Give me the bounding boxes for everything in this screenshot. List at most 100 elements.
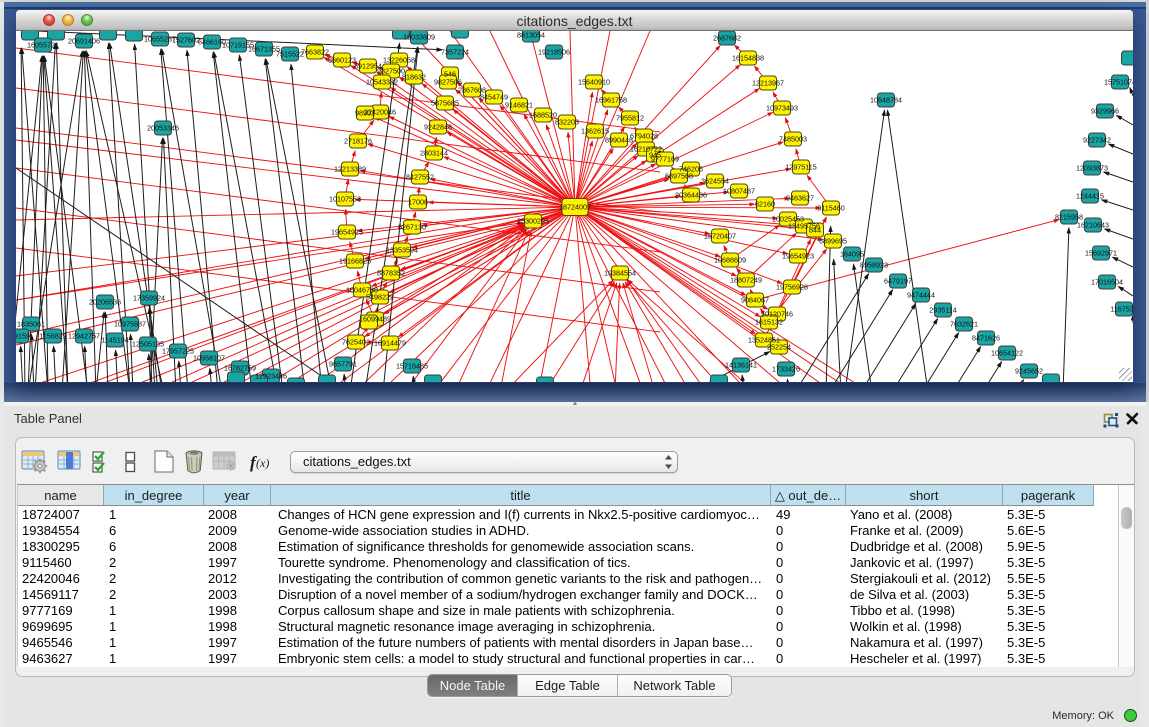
svg-text:9245652: 9245652 [1015,367,1043,376]
svg-text:20053346: 20053346 [147,124,179,133]
svg-text:7485003: 7485003 [779,135,807,144]
svg-text:1145194: 1145194 [101,336,128,345]
svg-text:12213389: 12213389 [334,165,366,174]
svg-text:18807249: 18807249 [730,276,762,285]
svg-text:20364436: 20364436 [675,191,707,200]
svg-text:16099489: 16099489 [359,315,391,324]
svg-text:17359924: 17359924 [133,294,165,303]
svg-text:14136141: 14136141 [725,361,757,370]
svg-text:19384554: 19384554 [604,269,636,278]
svg-text:252254: 252254 [767,343,791,352]
svg-text:10975887: 10975887 [114,320,146,329]
svg-text:8813054: 8813054 [517,31,545,40]
svg-text:15716485: 15716485 [396,362,428,371]
svg-text:(x): (x) [256,456,269,470]
svg-text:7357224: 7357224 [441,48,469,57]
svg-text:5498222: 5498222 [366,293,394,302]
svg-text:1156829: 1156829 [39,332,66,341]
svg-text:1527602: 1527602 [172,36,200,45]
svg-text:9777169: 9777169 [651,155,679,164]
svg-text:17006: 17006 [408,198,428,207]
svg-text:12923446: 12923446 [255,372,287,381]
svg-text:12942757: 12942757 [68,332,100,341]
svg-text:16914479: 16914479 [374,339,406,348]
svg-text:9474444: 9474444 [907,291,935,300]
svg-text:10958107: 10958107 [193,354,225,363]
svg-text:7632621: 7632621 [950,320,978,329]
svg-text:7625402: 7625402 [342,338,370,347]
svg-text:8471626: 8471626 [972,334,1000,343]
svg-text:1588520: 1588520 [529,111,557,120]
svg-text:844: 844 [809,226,821,235]
svg-text:25300295: 25300295 [517,217,549,226]
svg-text:39159: 39159 [16,332,30,341]
svg-text:13226058: 13226058 [383,56,415,65]
svg-text:12975115: 12975115 [785,163,816,172]
svg-text:12505135: 12505135 [132,340,164,349]
svg-text:19756928: 19756928 [776,283,808,292]
svg-text:2935114: 2935114 [929,306,956,315]
svg-text:19166825: 19166825 [339,257,371,266]
svg-text:8660123: 8660123 [328,56,356,65]
svg-text:164095: 164095 [840,250,864,259]
svg-text:10807487: 10807487 [723,187,755,196]
svg-text:10648784: 10648784 [870,96,902,105]
svg-text:1244415: 1244415 [1076,192,1104,201]
svg-text:7955812: 7955812 [616,114,644,123]
svg-text:8958923: 8958923 [860,261,888,270]
svg-text:15751074: 15751074 [1104,78,1133,87]
svg-text:19654925: 19654925 [331,228,363,237]
svg-text:9146821: 9146821 [505,101,533,110]
svg-text:62160: 62160 [755,200,775,209]
svg-text:9242848: 9242848 [424,123,452,132]
svg-text:1835061: 1835061 [17,320,45,329]
svg-text:8990448: 8990448 [605,136,633,145]
svg-text:9115460: 9115460 [817,204,844,213]
svg-text:19218506: 19218506 [538,48,570,57]
svg-text:16033809: 16033809 [403,33,435,42]
svg-text:10107553: 10107553 [329,195,361,204]
svg-text:19654923: 19654923 [782,252,814,261]
svg-text:2803144: 2803144 [420,149,448,158]
svg-text:9084067: 9084067 [741,296,769,305]
svg-text:16961758: 16961758 [595,96,627,105]
svg-text:7515522: 7515522 [276,50,304,59]
svg-text:8427552: 8427552 [406,173,434,182]
svg-text:6899695: 6899695 [819,237,847,246]
svg-text:9329966: 9329966 [1091,107,1119,116]
svg-text:3624554: 3624554 [701,177,729,186]
svg-text:98901: 98901 [355,109,375,118]
svg-text:8454749: 8454749 [480,93,508,102]
svg-text:818632: 818632 [402,73,426,82]
svg-text:1733426: 1733426 [772,365,800,374]
svg-text:9657791: 9657791 [329,360,357,369]
svg-text:2718176: 2718176 [344,137,372,146]
svg-text:9827500: 9827500 [377,67,405,76]
svg-text:9227342: 9227342 [1083,136,1111,145]
svg-text:1167533: 1167533 [1110,305,1133,314]
svg-text:16210643: 16210643 [1077,221,1109,230]
svg-text:5875685: 5875685 [431,99,459,108]
svg-text:6794028: 6794028 [630,132,658,141]
svg-text:1362615: 1362615 [581,127,609,136]
svg-text:18724007: 18724007 [559,203,591,212]
svg-text:832203: 832203 [555,118,579,127]
svg-text:17016504: 17016504 [1091,278,1123,287]
svg-text:15640910: 15640910 [578,78,610,87]
svg-text:16782759: 16782759 [224,364,256,373]
svg-text:7663822: 7663822 [301,48,329,57]
svg-text:15692971: 15692971 [1085,249,1117,258]
svg-text:10654122: 10654122 [991,349,1023,358]
svg-text:20691406: 20691406 [68,37,100,46]
svg-text:6897568: 6897568 [665,172,693,181]
svg-text:13353594: 13353594 [386,246,418,255]
svg-text:16055721: 16055721 [27,41,59,50]
svg-text:12213967: 12213967 [752,79,784,88]
svg-text:2687682: 2687682 [713,34,741,43]
svg-text:17957225: 17957225 [162,347,194,356]
svg-text:10688609: 10688609 [714,256,746,265]
svg-text:16154838: 16154838 [732,54,764,63]
svg-text:10543332: 10543332 [366,78,398,87]
svg-text:8878352: 8878352 [377,269,405,278]
svg-text:9463627: 9463627 [786,194,814,203]
